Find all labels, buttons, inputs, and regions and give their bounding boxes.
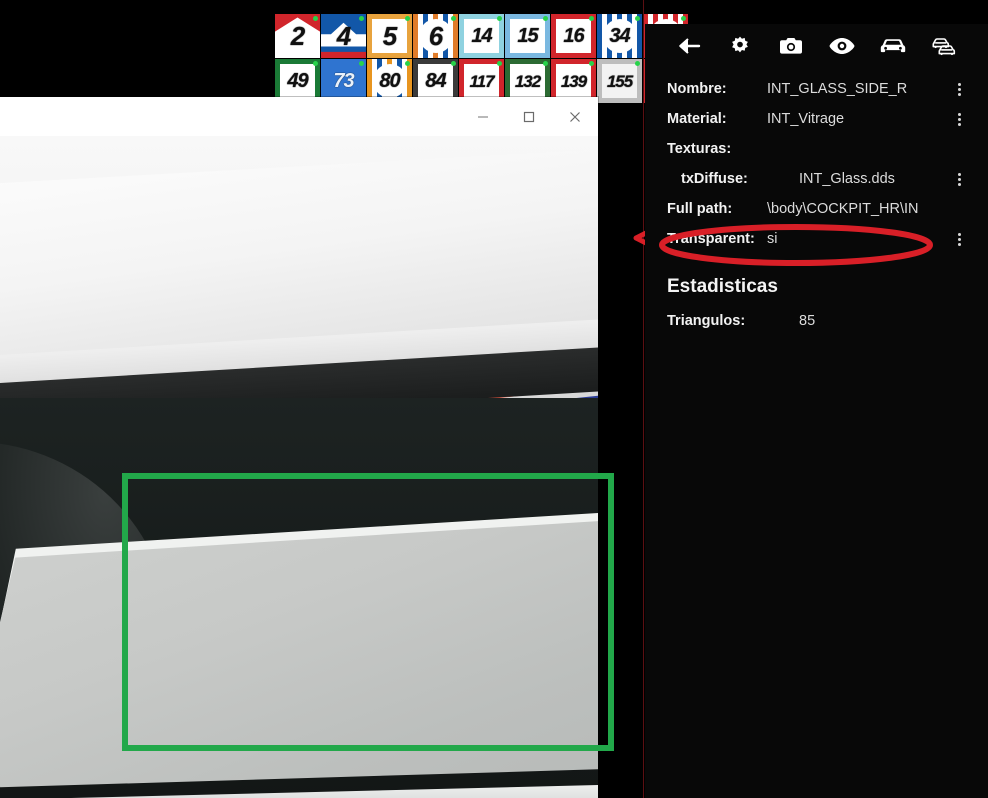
skin-thumbnail[interactable]: 4 <box>321 14 366 58</box>
skin-selected-dot <box>543 61 548 66</box>
skin-number: 132 <box>514 71 541 91</box>
skin-thumbnail[interactable]: 15 <box>505 14 550 58</box>
panel-toolbar <box>645 24 988 68</box>
skin-thumbnail[interactable]: 2 <box>275 14 320 58</box>
property-value: INT_Vitrage <box>767 111 845 127</box>
property-row: Nombre: INT_GLASS_SIDE_R <box>667 74 966 104</box>
skin-selected-dot <box>405 61 410 66</box>
skin-thumbnail[interactable]: 14 <box>459 14 504 58</box>
selected-mesh-highlight-box <box>122 473 614 751</box>
back-arrow-icon[interactable] <box>663 30 714 62</box>
property-row: Full path: \body\COCKPIT_HR\IN <box>667 194 966 224</box>
mesh-info-panel: Nombre: INT_GLASS_SIDE_R Material: INT_Vitr… <box>645 24 988 798</box>
skin-thumbnail[interactable]: 155 <box>597 59 642 103</box>
mesh-property-list: Nombre: INT_GLASS_SIDE_R Material: INT_Vitr… <box>645 68 988 254</box>
skin-number: 80 <box>379 70 400 92</box>
skin-selected-dot <box>313 61 318 66</box>
skin-number: 5 <box>382 21 398 51</box>
skin-number: 117 <box>469 71 494 91</box>
gear-icon[interactable] <box>714 30 765 62</box>
skin-number: 73 <box>333 70 354 92</box>
skin-number: 155 <box>606 71 633 91</box>
skin-selected-dot <box>497 16 502 21</box>
skin-number: 2 <box>290 21 306 51</box>
kebab-menu-icon[interactable] <box>952 172 966 186</box>
property-label: Full path: <box>667 201 733 217</box>
stat-value: 85 <box>799 313 816 329</box>
window-titlebar[interactable] <box>0 97 598 136</box>
skin-selected-dot <box>451 61 456 66</box>
statistics-heading: Estadisticas <box>667 276 778 297</box>
skin-selected-dot <box>359 16 364 21</box>
kebab-menu-icon[interactable] <box>952 232 966 246</box>
camera-icon[interactable] <box>765 30 816 62</box>
skin-selected-dot <box>313 16 318 21</box>
property-label: Texturas: <box>667 141 732 157</box>
property-row: Transparent: si <box>667 224 966 254</box>
skin-thumbnail[interactable]: 6 <box>413 14 458 58</box>
skin-number: 16 <box>563 25 584 47</box>
cars-stacked-icon[interactable] <box>919 30 970 62</box>
statistics-section: Estadisticas Triangulos: 85 <box>645 254 988 336</box>
property-row: Material: INT_Vitrage <box>667 104 966 134</box>
skin-thumbnail[interactable]: 34 <box>597 14 642 58</box>
stat-label: Triangulos: <box>667 313 746 329</box>
skin-thumbnail[interactable]: 16 <box>551 14 596 58</box>
property-label: Nombre: <box>667 81 727 97</box>
skin-selected-dot <box>405 16 410 21</box>
stat-row: Triangulos: 85 <box>667 306 966 336</box>
kebab-menu-icon[interactable] <box>952 112 966 126</box>
skin-number: 4 <box>336 21 352 51</box>
close-icon[interactable] <box>552 102 598 132</box>
skin-selected-dot <box>681 16 686 21</box>
property-row: txDiffuse: INT_Glass.dds <box>667 164 966 194</box>
skin-selected-dot <box>589 16 594 21</box>
skin-selected-dot <box>359 61 364 66</box>
skin-number: 14 <box>471 25 492 47</box>
annotation-guide-line <box>643 0 644 798</box>
skin-number: 84 <box>425 70 446 92</box>
skin-number: 34 <box>609 25 630 47</box>
property-label: Material: <box>667 111 727 127</box>
skin-number: 49 <box>287 70 308 92</box>
property-value: si <box>767 231 778 247</box>
property-row: Texturas: <box>667 134 966 164</box>
skin-selected-dot <box>543 16 548 21</box>
property-label: Transparent: <box>667 231 755 247</box>
maximize-icon[interactable] <box>506 102 552 132</box>
skin-thumbnail[interactable]: 5 <box>367 14 412 58</box>
skin-number: 15 <box>517 25 538 47</box>
skin-selected-dot <box>635 16 640 21</box>
skin-selected-dot <box>451 16 456 21</box>
skin-number: 139 <box>560 71 587 91</box>
kebab-menu-icon[interactable] <box>952 82 966 96</box>
car-front-icon[interactable] <box>868 30 919 62</box>
screen-root: 24561415163440497380841171321391554 a ca… <box>0 0 988 798</box>
skin-selected-dot <box>635 61 640 66</box>
minimize-icon[interactable] <box>460 102 506 132</box>
skin-selected-dot <box>589 61 594 66</box>
skin-selected-dot <box>497 61 502 66</box>
skin-number: 6 <box>428 21 444 51</box>
property-value: INT_GLASS_SIDE_R <box>767 81 908 97</box>
skin-thumbnail-strip[interactable]: 24561415163440497380841171321391554 <box>275 14 695 104</box>
property-label: txDiffuse: <box>681 171 748 187</box>
eye-icon[interactable] <box>817 30 868 62</box>
property-value: \body\COCKPIT_HR\IN <box>767 201 919 217</box>
property-value: INT_Glass.dds <box>799 171 895 187</box>
